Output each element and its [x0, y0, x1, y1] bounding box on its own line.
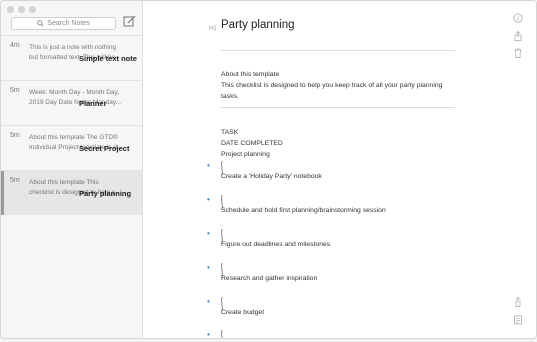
about-section[interactable]: About this template This checklist is de… — [221, 69, 442, 102]
note-title: Simple text note — [79, 54, 137, 63]
task-text: Create a 'Holiday Party' notebook — [221, 173, 322, 180]
note-time: 5m — [10, 177, 20, 184]
list-item-selected[interactable]: 5m Party planning About this template Th… — [1, 170, 142, 215]
note-time: 5m — [10, 132, 20, 139]
editor[interactable]: H1 Party planning About this template Th… — [143, 1, 536, 338]
bullet-icon: • — [207, 195, 210, 204]
checkbox[interactable]: [ ] — [221, 330, 223, 338]
task-text: Schedule and hold first planning/brainst… — [221, 207, 386, 214]
app-window: Search Notes 4m Simple text note This is… — [0, 0, 537, 339]
close-window-button[interactable] — [7, 6, 14, 13]
heading-level-tag: H1 — [209, 26, 217, 32]
search-placeholder: Search Notes — [47, 20, 90, 27]
task-text: Figure out deadlines and milestones — [221, 241, 331, 248]
trash-icon[interactable] — [513, 48, 523, 58]
share-icon[interactable] — [513, 31, 523, 41]
zoom-window-button[interactable] — [29, 6, 36, 13]
search-input[interactable]: Search Notes — [11, 17, 116, 30]
list-item[interactable]: 5m Secret Project About this template Th… — [1, 125, 142, 170]
divider — [221, 107, 455, 108]
compose-icon[interactable] — [123, 15, 136, 28]
export-icon[interactable] — [513, 297, 523, 307]
bullet-icon: • — [207, 297, 210, 306]
minimize-window-button[interactable] — [18, 6, 25, 13]
bullet-icon: • — [207, 161, 210, 170]
divider — [221, 50, 455, 51]
notes-list: 4m Simple text note This is just a note … — [1, 35, 142, 215]
task-text: Research and gather inspiration — [221, 275, 318, 282]
note-time: 5m — [10, 87, 20, 94]
note-time: 4m — [10, 42, 20, 49]
info-icon[interactable] — [513, 13, 523, 23]
note-title: Planner — [79, 99, 107, 108]
search-icon — [37, 20, 44, 27]
task-text: Create budget — [221, 309, 265, 316]
window-controls — [7, 6, 36, 13]
bullet-icon: • — [207, 330, 210, 339]
bullet-icon: • — [207, 229, 210, 238]
document-icon[interactable] — [513, 315, 523, 325]
sidebar: Search Notes 4m Simple text note This is… — [1, 1, 143, 338]
note-title: Party planning — [79, 189, 132, 198]
list-item[interactable]: 5m Planner Week: Month Day - Month Day, 2… — [1, 80, 142, 125]
note-title: Secret Project — [79, 144, 130, 153]
table-header[interactable]: TASK DATE COMPLETED Project planning — [221, 127, 283, 160]
note-title-heading[interactable]: Party planning — [221, 19, 295, 31]
list-item[interactable]: 4m Simple text note This is just a note … — [1, 35, 142, 80]
bullet-icon: • — [207, 263, 210, 272]
